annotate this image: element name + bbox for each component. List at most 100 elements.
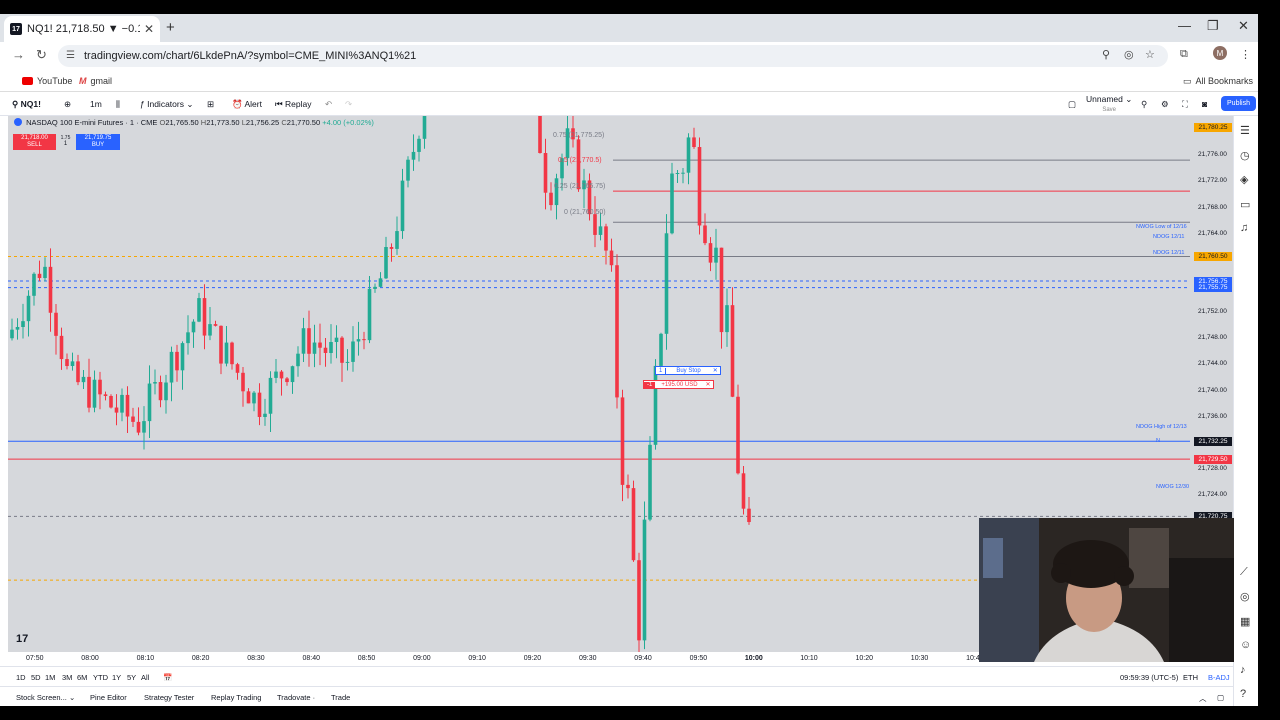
candle[interactable] [109,395,113,408]
candle[interactable] [730,305,735,397]
candle[interactable] [230,342,234,365]
candle[interactable] [125,394,130,417]
bottom-tab[interactable]: Tradovate · [277,693,315,702]
candle[interactable] [142,421,146,433]
candle[interactable] [631,488,636,561]
candle[interactable] [345,361,350,363]
candle[interactable] [648,444,652,520]
all-bookmarks[interactable]: ▭ All Bookmarks [1183,76,1253,87]
candle[interactable] [43,266,47,279]
candle[interactable] [708,243,713,263]
candle[interactable] [257,392,262,417]
candle[interactable] [252,392,256,404]
calendar-icon[interactable]: ▦ [1240,615,1250,628]
undo-icon[interactable]: ↶ [325,99,332,110]
candle[interactable] [268,377,273,414]
candle[interactable] [279,371,284,379]
candle[interactable] [664,233,669,334]
candle[interactable] [411,151,416,160]
candle[interactable] [54,312,58,336]
range-button[interactable]: All [141,673,149,682]
candle[interactable] [406,159,410,181]
candle[interactable] [318,342,322,348]
range-button[interactable]: 5Y [127,673,136,682]
community-icon[interactable]: ☺ [1240,639,1251,651]
candle[interactable] [180,343,185,371]
bottom-tab[interactable]: Replay Trading [211,693,261,702]
candle[interactable] [296,353,300,367]
candle[interactable] [158,382,163,401]
candle[interactable] [76,361,80,383]
quick-search-icon[interactable]: ⚲ [1141,99,1147,110]
close-position-icon[interactable]: ✕ [704,381,713,388]
candle[interactable] [15,326,20,330]
candle[interactable] [659,333,663,366]
candle[interactable] [70,361,75,367]
candle[interactable] [312,342,317,354]
candle[interactable] [378,278,383,287]
candle[interactable] [576,139,581,190]
layers-icon[interactable]: ◈ [1240,173,1248,186]
candle[interactable] [307,328,311,354]
close-window-icon[interactable]: ✕ [1238,18,1249,34]
range-button[interactable]: 5D [31,673,41,682]
publish-button[interactable]: Publish [1221,96,1256,111]
bottom-tab[interactable]: Pine Editor [90,693,127,702]
candle[interactable] [384,247,388,279]
notifications-icon[interactable]: ♫ [1240,222,1248,234]
candle[interactable] [334,337,339,343]
candle[interactable] [103,394,108,396]
help-icon[interactable]: ? [1240,688,1246,700]
range-button[interactable]: 1Y [112,673,121,682]
replay-button[interactable]: ⏮ Replay [275,99,312,110]
adjustment-toggle[interactable]: B-ADJ [1208,673,1230,682]
indicators-button[interactable]: ƒ Indicators ⌄ [140,99,193,110]
candle[interactable] [164,382,168,401]
candle[interactable] [48,266,53,313]
candle[interactable] [37,273,42,279]
maximize-icon[interactable]: ❐ [1207,18,1219,34]
watchlist-icon[interactable]: ☰ [1240,124,1250,137]
candle-type-icon[interactable]: ⫼ [116,99,120,110]
candle[interactable] [197,298,201,322]
candle[interactable] [747,508,751,523]
extensions-icon[interactable]: ⧉ [1180,48,1188,61]
session-toggle[interactable]: ETH [1183,673,1198,682]
candle[interactable] [114,407,119,413]
candle[interactable] [615,265,619,398]
candle[interactable] [26,295,31,322]
range-button[interactable]: YTD [93,673,108,682]
candle[interactable] [604,226,608,251]
candle[interactable] [593,214,597,235]
compare-icon[interactable]: ⊕ [64,99,71,110]
candle[interactable] [653,365,658,445]
candle[interactable] [686,137,691,173]
quantity-field[interactable]: 1.75 1 [58,134,73,150]
goto-date-icon[interactable]: 📅 [163,673,172,682]
candle[interactable] [246,391,251,404]
close-tab-icon[interactable]: ✕ [144,22,154,36]
candle[interactable] [32,273,36,296]
bottom-tab[interactable]: Strategy Tester [144,693,194,702]
star-icon[interactable]: ☆ [1145,48,1155,61]
bottom-tab[interactable]: Stock Screen... ⌄ [16,693,75,702]
candle[interactable] [389,247,394,249]
candle[interactable] [340,337,344,363]
buy-button[interactable]: 21,719.75 BUY [76,134,120,150]
candle[interactable] [290,366,295,383]
candle[interactable] [186,332,190,344]
candle[interactable] [10,329,14,339]
reload-icon[interactable]: ↻ [36,47,47,63]
forward-icon[interactable]: → [12,47,25,62]
alert-button[interactable]: ⏰ Alert [232,99,262,110]
candle[interactable] [224,342,229,364]
candle[interactable] [714,247,718,263]
candle[interactable] [362,339,366,341]
profile-avatar[interactable]: M [1213,46,1227,60]
candle[interactable] [92,379,97,408]
candle[interactable] [219,325,223,364]
candle[interactable] [626,484,630,489]
candle[interactable] [620,397,625,485]
candle[interactable] [598,226,603,235]
candle[interactable] [175,351,179,371]
